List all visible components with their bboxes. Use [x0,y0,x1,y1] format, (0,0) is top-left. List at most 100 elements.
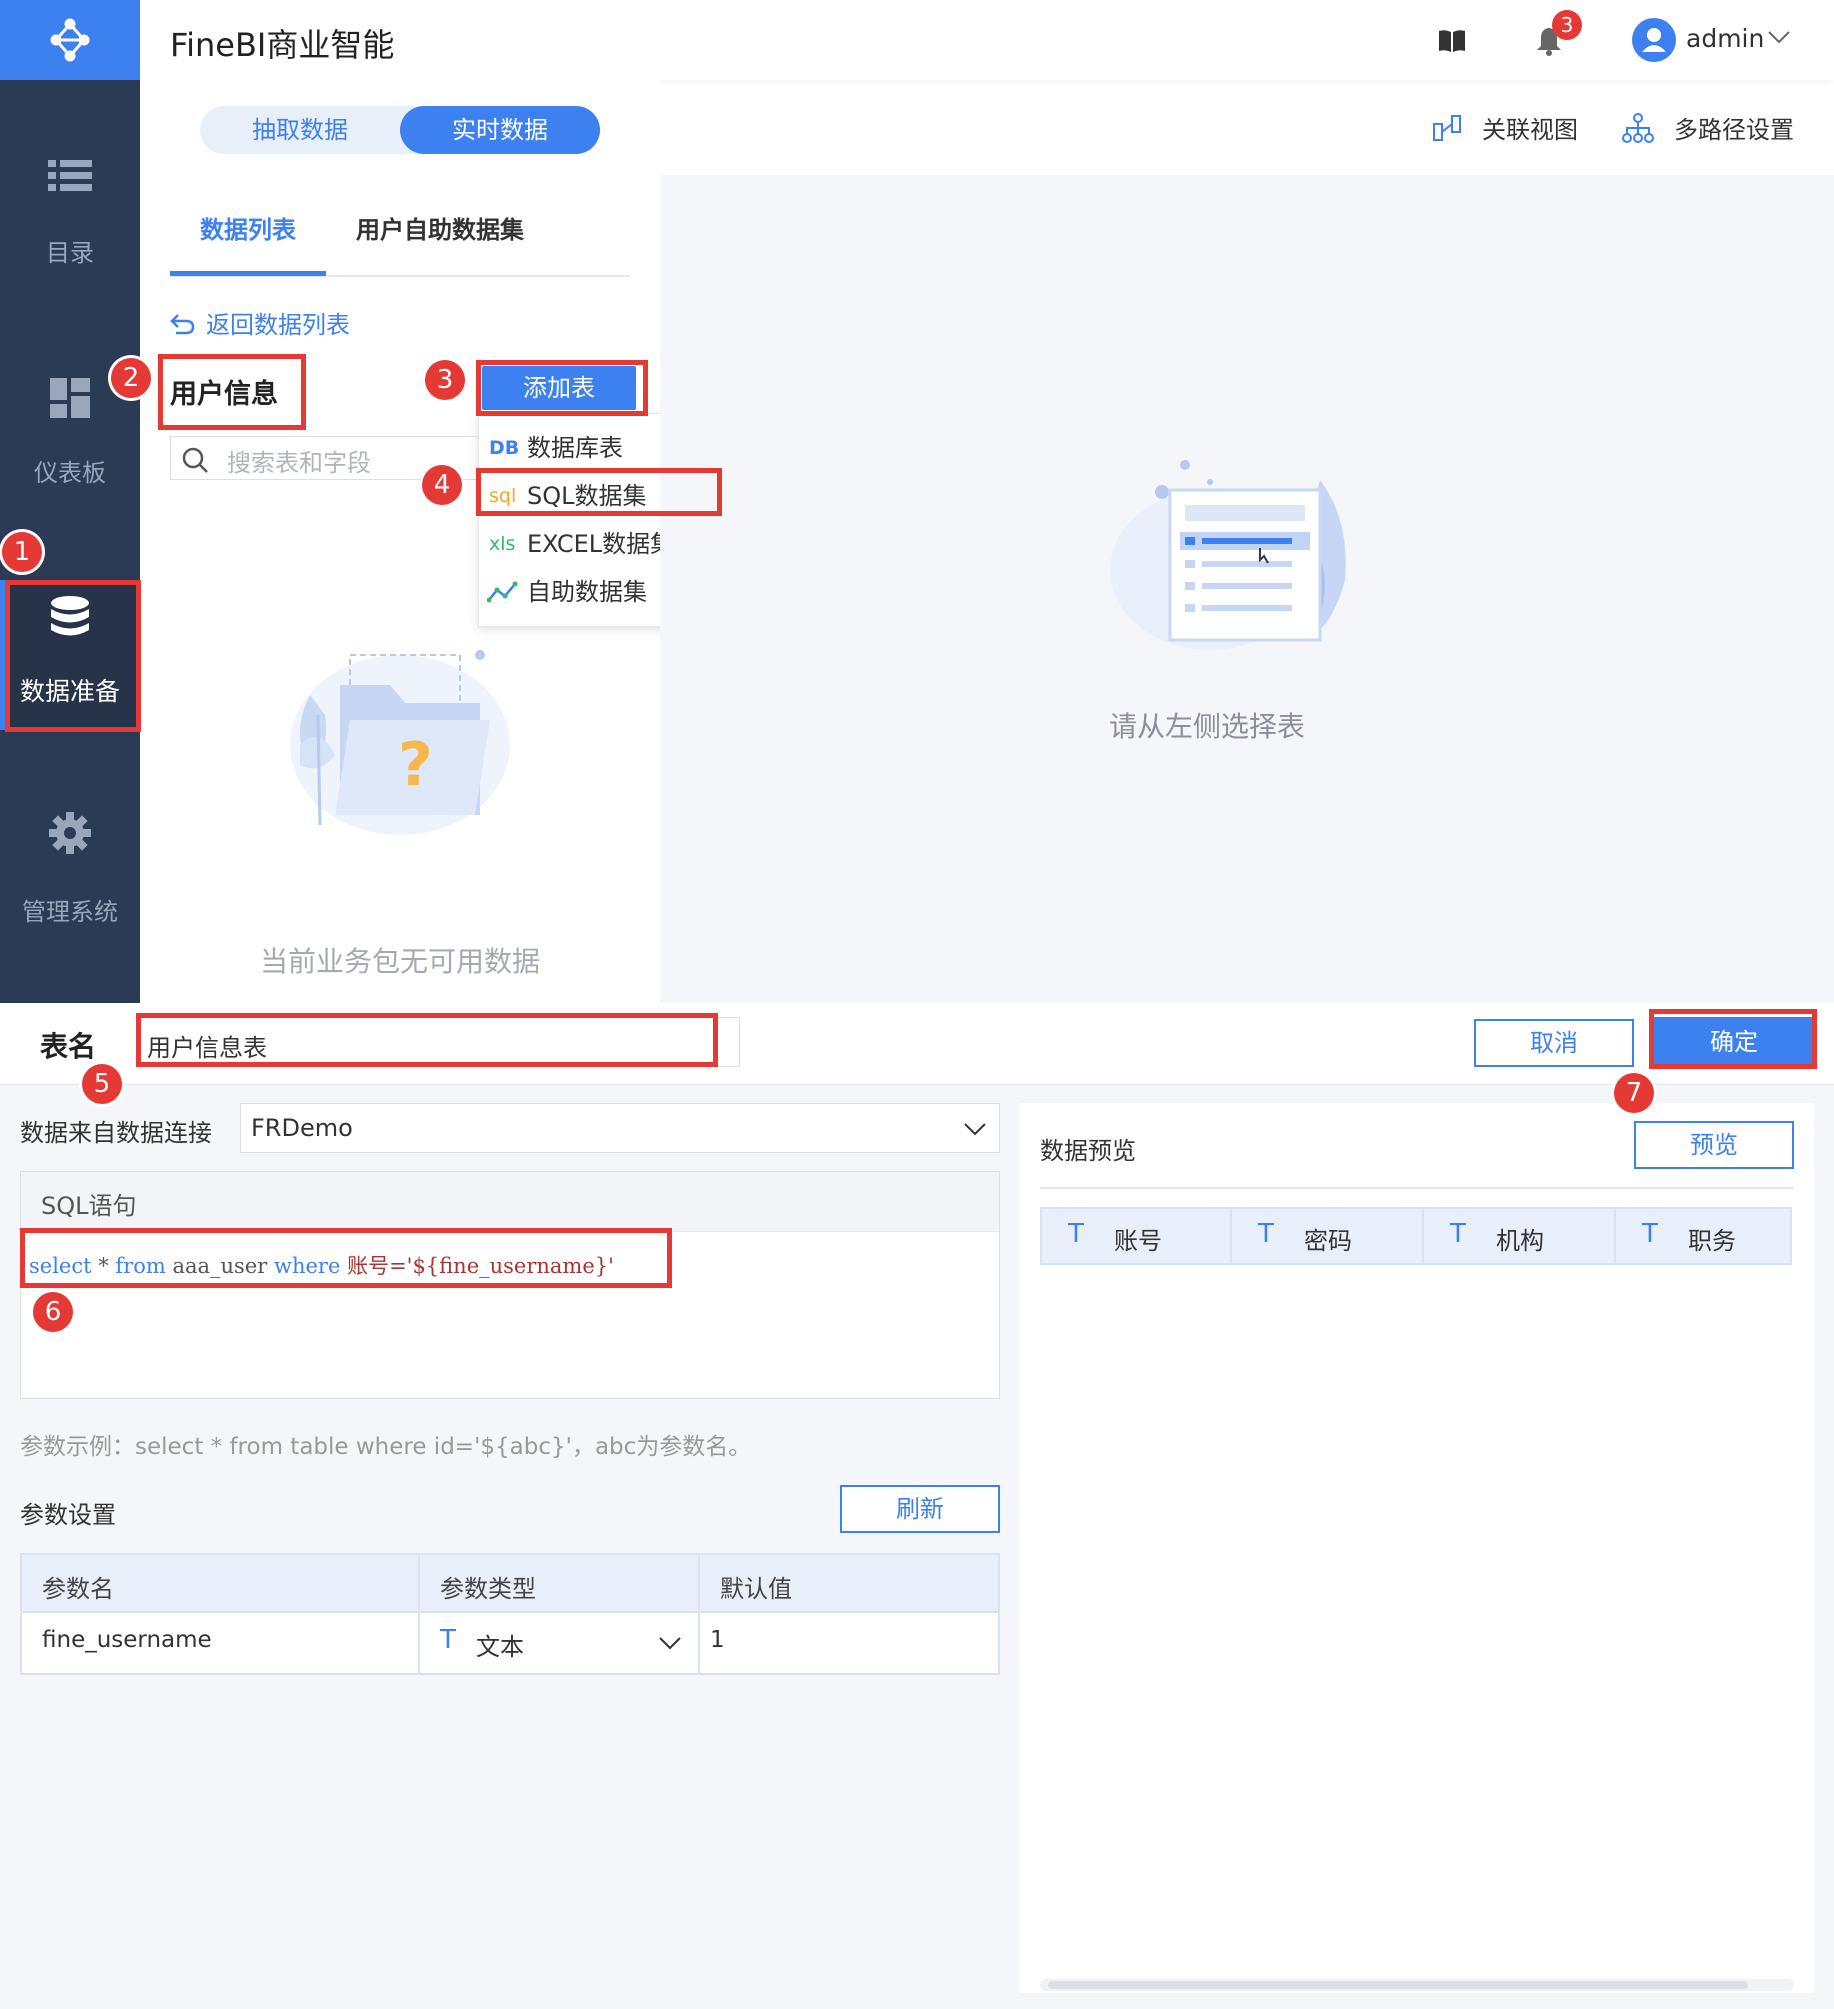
step-badge: 5 [82,1064,122,1104]
data-preview-panel: 数据预览 预览 T 账号 T 密码 T 机构 T 职务 [1020,1103,1814,1993]
params-label: 参数设置 [20,1501,116,1529]
list-icon [48,160,92,191]
notification-badge: 3 [1552,10,1582,40]
active-tab-underline [170,271,326,276]
header-default: 默认值 [720,1575,792,1603]
text-type-icon: T [1450,1219,1466,1249]
chevron-down-icon [964,1123,986,1136]
xls-icon: xls [489,533,516,555]
step-badge: 2 [111,358,151,398]
gear-icon [49,812,91,854]
sidebar-item-catalog[interactable]: 目录 [0,130,140,280]
table-name-label: 表名 [40,1030,97,1063]
table-preview-area: 请从左侧选择表 [660,175,1834,1003]
hierarchy-icon [1622,113,1654,143]
sidebar-item-label: 目录 [46,239,94,267]
text-type-icon: T [1258,1219,1274,1249]
highlight-box [1649,1009,1817,1069]
username[interactable]: admin [1686,24,1764,53]
tab-data-list[interactable]: 数据列表 [200,210,296,245]
preview-column[interactable]: T 机构 [1424,1209,1616,1263]
col-divider [418,1555,420,1673]
cancel-button[interactable]: 取消 [1474,1019,1634,1067]
step-badge: 6 [33,1292,73,1332]
back-link-label: 返回数据列表 [206,311,350,339]
connection-select[interactable]: FRDemo [240,1103,1000,1153]
logo-icon [50,18,90,62]
preview-column[interactable]: T 职务 [1616,1209,1790,1263]
db-icon: DB [489,437,520,459]
sql-dataset-editor: 表名 用户信息表 取消 确定 数据来自数据连接 FRDemo SQL语句 sel… [0,1003,1834,2009]
step-badge: 1 [2,532,42,572]
sql-label: SQL语句 [41,1192,137,1220]
menu-item-label: EXCEL数据集 [527,530,675,558]
step-badge: 7 [1614,1073,1654,1113]
default-value-input[interactable]: 1 [710,1627,725,1653]
header-param-type: 参数类型 [440,1575,536,1603]
highlight-box [5,580,141,732]
preview-button[interactable]: 预览 [1634,1121,1794,1169]
sidebar-item-admin[interactable]: 管理系统 [0,795,140,945]
preview-column[interactable]: T 密码 [1232,1209,1424,1263]
book-icon[interactable] [1437,28,1467,54]
app-logo[interactable] [0,0,140,80]
param-type-select[interactable]: T 文本 [440,1619,690,1667]
chevron-down-icon [659,1637,681,1650]
column-name: 密码 [1304,1227,1352,1255]
text-type-icon: T [440,1625,456,1655]
preview-header-row: T 账号 T 密码 T 机构 T 职务 [1040,1207,1792,1265]
preview-column[interactable]: T 账号 [1042,1209,1232,1263]
search-icon [182,447,208,473]
header-param-name: 参数名 [42,1575,114,1603]
extract-data-tab[interactable]: 抽取数据 [200,106,400,154]
column-name: 机构 [1496,1227,1544,1255]
text-type-icon: T [1068,1219,1084,1249]
app-title: FineBI商业智能 [170,26,395,64]
highlight-box [158,354,306,430]
scrollbar-thumb[interactable] [1048,1981,1748,1989]
sql-editor-header: SQL语句 [21,1172,999,1232]
col-divider [698,1555,700,1673]
top-header: FineBI商业智能 3 admin [140,0,1834,80]
empty-folder-illustration: ? [290,650,510,835]
refresh-button[interactable]: 刷新 [840,1485,1000,1533]
param-name-cell: fine_username [42,1627,212,1653]
document-illustration [1110,460,1346,650]
param-type-value: 文本 [476,1633,524,1661]
highlight-box [136,1013,718,1067]
sidebar-item-label: 管理系统 [22,898,118,926]
empty-left-text: 当前业务包无可用数据 [259,945,540,978]
avatar[interactable] [1632,18,1676,62]
relation-view-icon [1433,115,1461,141]
tab-self-dataset[interactable]: 用户自助数据集 [356,210,524,245]
back-arrow-icon [170,314,195,335]
text-type-icon: T [1642,1219,1658,1249]
sidebar: 目录 仪表板 数据准备 管理系统 [0,0,140,1003]
sidebar-item-label: 仪表板 [34,459,106,487]
highlight-box [20,1228,672,1288]
chevron-down-icon[interactable] [1768,30,1790,44]
column-name: 职务 [1688,1227,1736,1255]
preview-divider [1040,1187,1794,1189]
step-badge: 4 [422,465,462,505]
relation-view-label: 关联视图 [1482,116,1578,144]
mode-switch: 抽取数据 实时数据 [200,106,600,154]
menu-item-label: 数据库表 [527,434,623,462]
realtime-data-tab[interactable]: 实时数据 [400,106,600,154]
multi-path-label: 多路径设置 [1674,116,1794,144]
connection-value: FRDemo [251,1114,353,1142]
horizontal-scrollbar[interactable] [1040,1979,1794,1991]
menu-item-label: 自助数据集 [527,578,647,606]
svg-text:?: ? [398,730,433,800]
user-icon [1642,28,1666,52]
preview-label: 数据预览 [1040,1137,1136,1165]
step-badge: 3 [425,360,465,400]
highlight-box [476,468,722,516]
highlight-box [476,360,648,416]
connection-label: 数据来自数据连接 [20,1119,212,1147]
dashboard-icon [50,378,90,418]
param-hint: 参数示例：select * from table where id='${abc… [20,1434,752,1460]
params-table: 参数名 参数类型 默认值 fine_username T 文本 1 [20,1553,1000,1675]
search-placeholder: 搜索表和字段 [227,449,371,477]
column-name: 账号 [1114,1227,1162,1255]
